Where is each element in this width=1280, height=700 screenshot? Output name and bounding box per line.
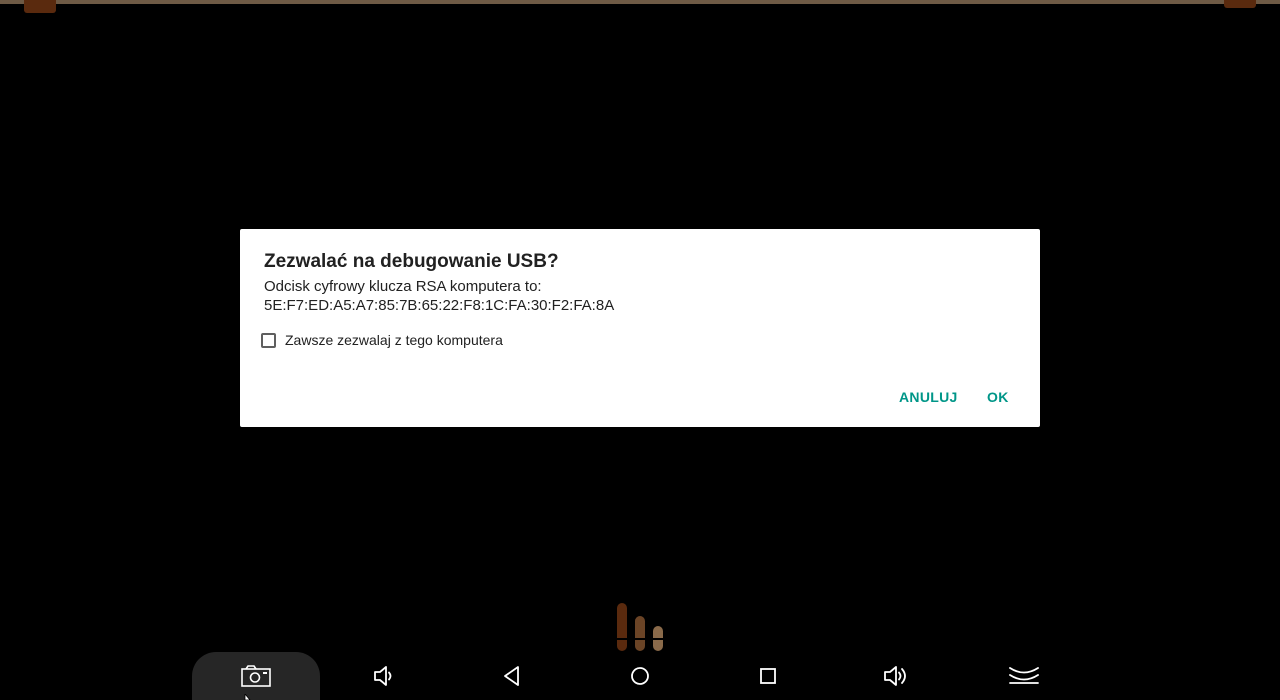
screenshot-icon [241,665,271,687]
nav-recents-button[interactable] [704,652,832,700]
top-status-strip [0,0,1280,4]
collapse-icon [1009,667,1039,684]
navigation-bar [0,652,1280,700]
ok-button[interactable]: OK [987,389,1009,409]
nav-volume-down-button[interactable] [320,652,448,700]
dialog-title: Zezwalać na debugowanie USB? [264,251,559,272]
cancel-button[interactable]: ANULUJ [899,389,958,409]
dialog-message: Odcisk cyfrowy klucza RSA komputera to: … [264,278,615,314]
volume-down-icon [374,666,392,686]
nav-collapse-button[interactable] [960,652,1088,700]
back-icon [504,666,519,686]
app-logo-icon [617,603,663,651]
android-screen: Zezwalać na debugowanie USB? Odcisk cyfr… [0,0,1280,700]
nav-volume-up-button[interactable] [832,652,960,700]
nav-back-button[interactable] [448,652,576,700]
nav-home-button[interactable] [576,652,704,700]
corner-tab-left [24,0,56,13]
corner-tab-right [1224,0,1256,8]
always-allow-label: Zawsze zezwalaj z tego komputera [285,332,503,348]
volume-up-icon [884,666,906,686]
usb-debugging-dialog: Zezwalać na debugowanie USB? Odcisk cyfr… [240,229,1040,427]
always-allow-checkbox-row[interactable]: Zawsze zezwalaj z tego komputera [261,330,503,350]
always-allow-checkbox[interactable] [261,332,276,348]
nav-screenshot-button[interactable] [192,652,320,700]
recents-icon [760,668,776,684]
mouse-cursor-icon [244,694,251,700]
home-icon [631,667,649,685]
